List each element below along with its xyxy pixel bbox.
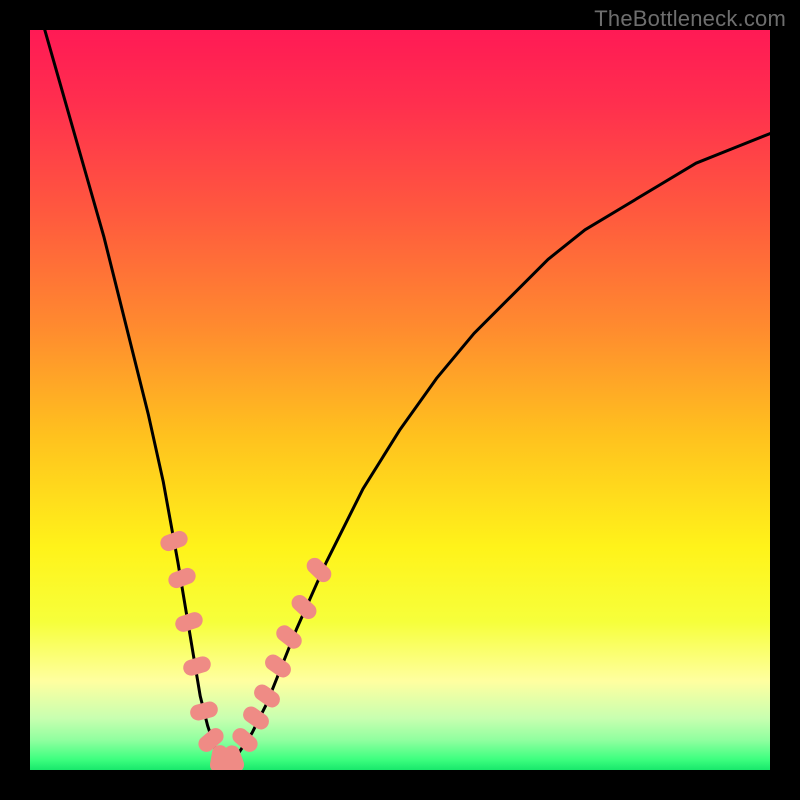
plot-area	[30, 30, 770, 770]
watermark-text: TheBottleneck.com	[594, 6, 786, 32]
chart-frame: TheBottleneck.com	[0, 0, 800, 800]
bottleneck-curve	[30, 30, 770, 770]
